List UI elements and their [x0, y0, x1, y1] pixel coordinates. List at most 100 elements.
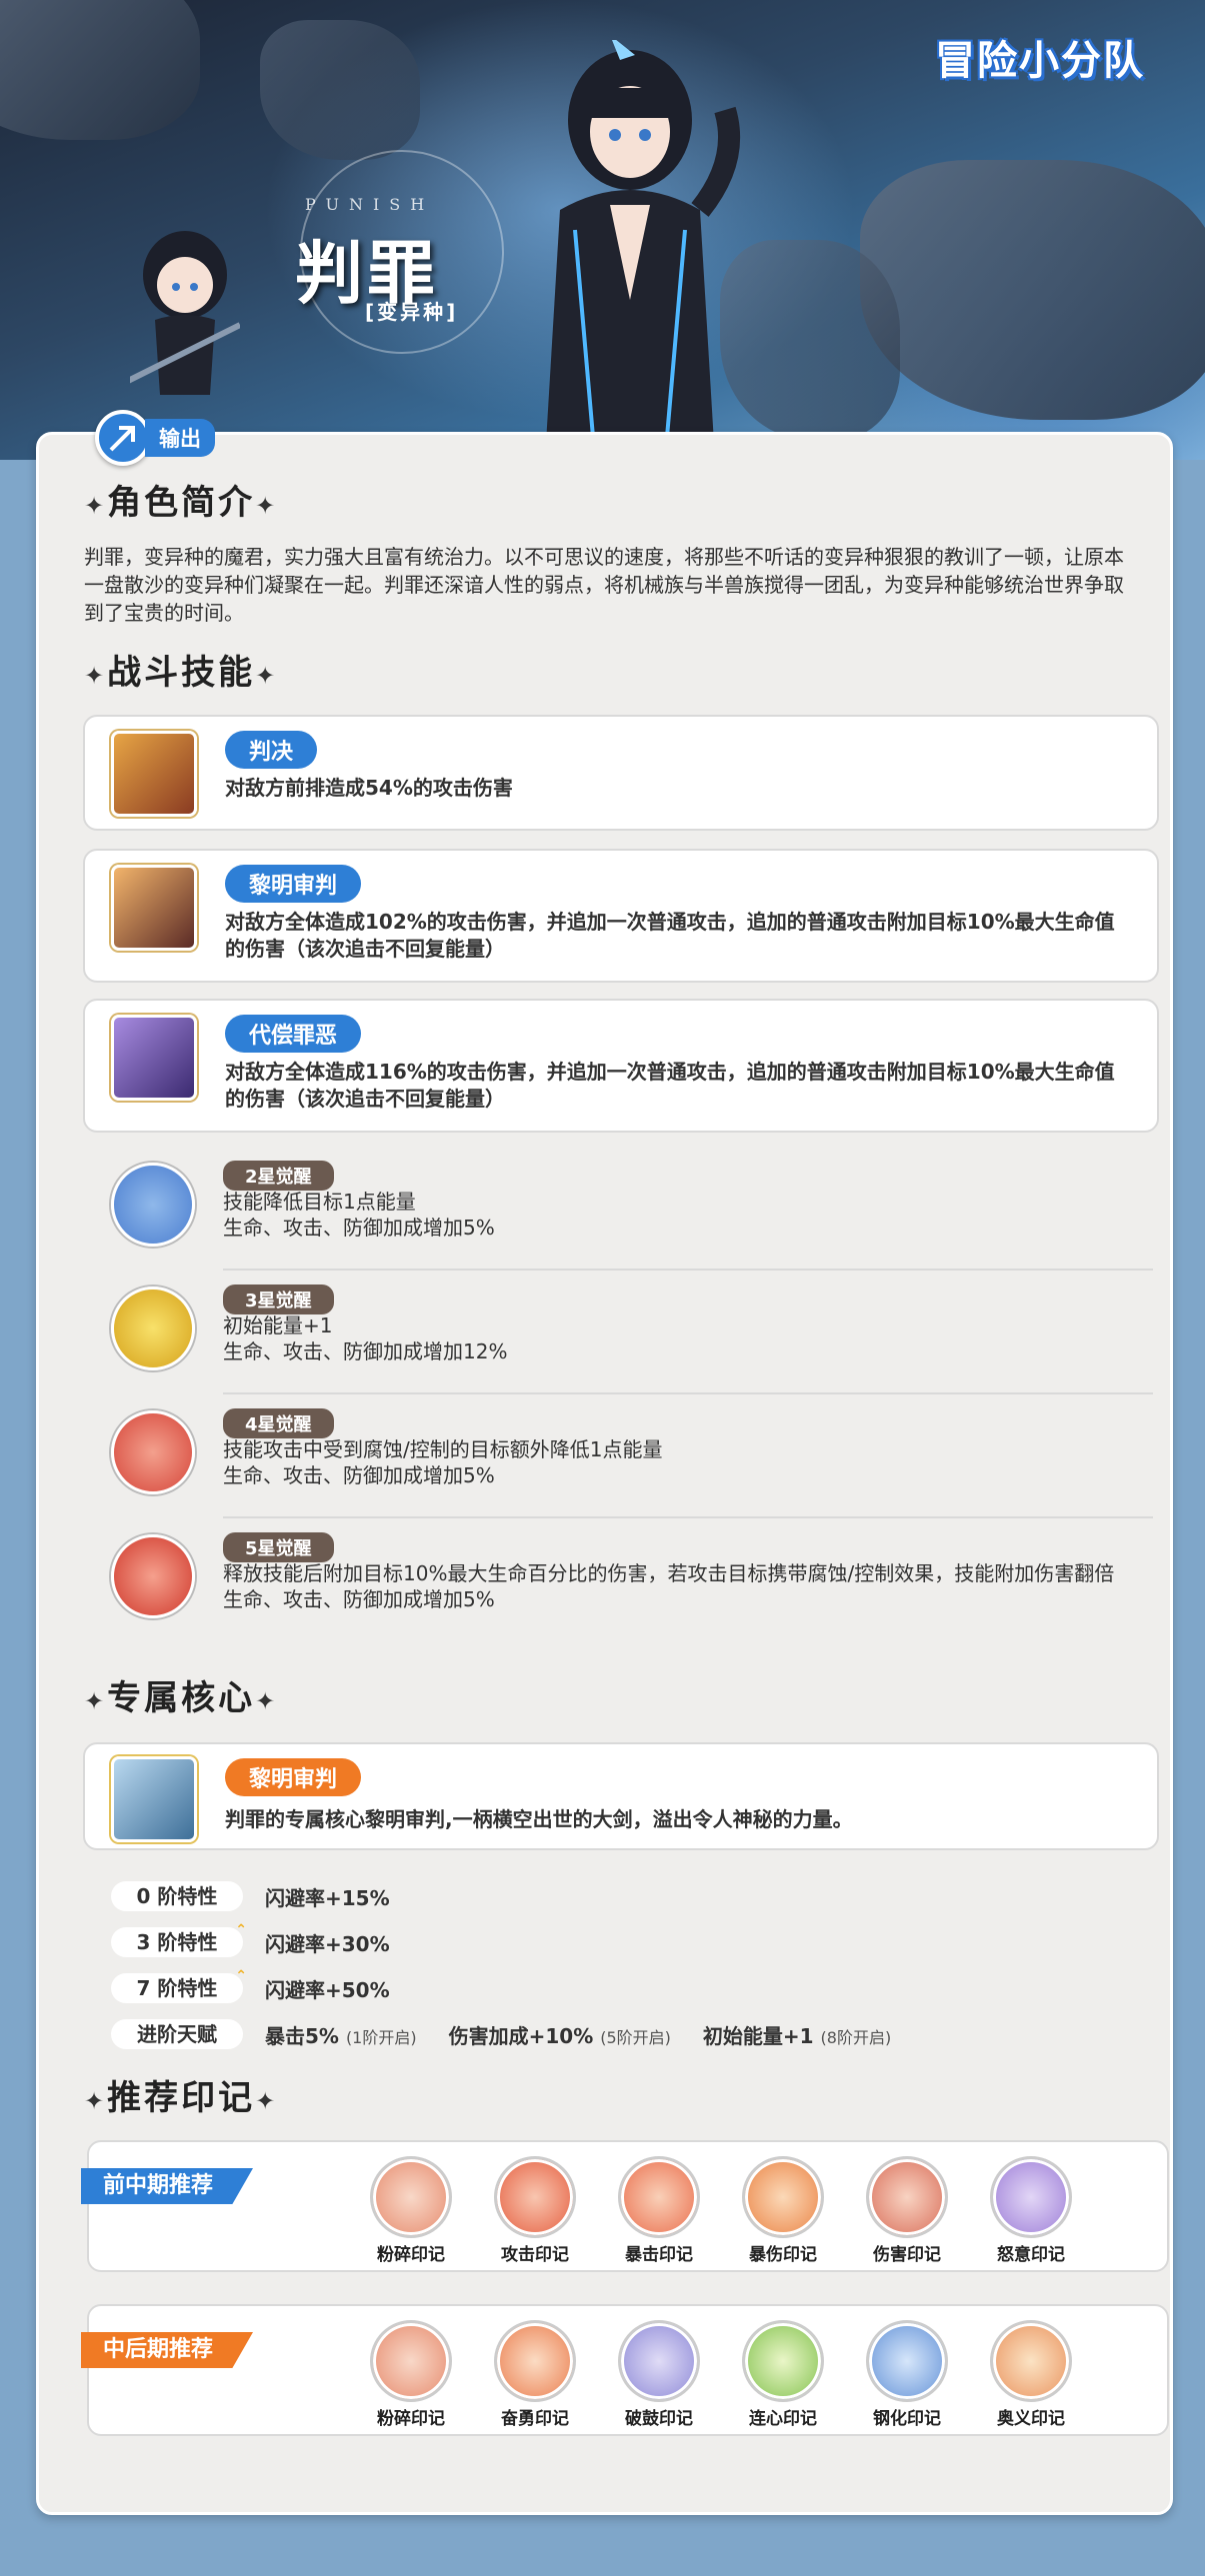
mark-item[interactable]: 暴伤印记 [721, 2156, 845, 2265]
drum-break-mark-icon [618, 2320, 700, 2402]
sparkle-icon: ✦ [255, 1687, 279, 1715]
mark-recommend-group: 中后期推荐 粉碎印记 奋勇印记 破鼓印记 连心印记 钢化印记 奥义印记 [81, 2304, 1169, 2436]
trait-label: 3 阶特性 ⌃ [111, 1922, 247, 1957]
sparkle-icon: ✦ [255, 492, 279, 520]
trait-row: 0 阶特性 闪避率+15% [111, 1880, 390, 1912]
skill-card[interactable]: 代偿罪恶 对敌方全体造成116%的攻击伤害，并追加一次普通攻击，追加的普通攻击附… [83, 999, 1159, 1133]
skill-name: 判决 [225, 731, 318, 769]
hero-banner: 冒险小分队 PUNISH 判罪 [变异种] [0, 0, 1205, 460]
crush-mark-icon [370, 2320, 452, 2402]
hero-english-name: PUNISH [305, 195, 435, 214]
core-name: 黎明审判 [225, 1758, 362, 1796]
mystic-mark-icon [990, 2320, 1072, 2402]
awakening-row: 2星觉醒 技能降低目标1点能量 生命、攻击、防御加成增加5% [83, 1147, 1159, 1271]
mark-item[interactable]: 怒意印记 [969, 2156, 1093, 2265]
game-logo: 冒险小分队 [935, 38, 1145, 84]
awakening-row: 4星觉醒 技能攻击中受到腐蚀/控制的目标额外降低1点能量 生命、攻击、防御加成增加… [83, 1394, 1159, 1518]
skill-judgment-icon [111, 731, 197, 817]
mark-item[interactable]: 奥义印记 [969, 2320, 1093, 2429]
trait-value: 闪避率+15% [265, 1885, 390, 1910]
awakening-description: 释放技能后附加目标10%最大生命百分比的伤害，若攻击目标携带腐蚀/控制效果，技能… [223, 1561, 1115, 1611]
mark-list: 粉碎印记 奋勇印记 破鼓印记 连心印记 钢化印记 奥义印记 [349, 2320, 1093, 2429]
trait-label: 0 阶特性 [111, 1881, 243, 1911]
mark-item[interactable]: 钢化印记 [845, 2320, 969, 2429]
section-title-marks: ✦推荐印记✦ [84, 2078, 279, 2118]
mark-item[interactable]: 奋勇印记 [473, 2320, 597, 2429]
crit-mark-icon [618, 2156, 700, 2238]
damage-role-icon [95, 410, 151, 466]
mark-item[interactable]: 粉碎印记 [349, 2156, 473, 2265]
crit-damage-mark-icon [742, 2156, 824, 2238]
mark-item[interactable]: 攻击印记 [473, 2156, 597, 2265]
awakening-badge: 4星觉醒 [223, 1408, 334, 1438]
awakening-badge: 2星觉醒 [223, 1161, 334, 1191]
recommend-tag: 中后期推荐 [81, 2332, 254, 2368]
mark-item[interactable]: 粉碎印记 [349, 2320, 473, 2429]
damage-mark-icon [866, 2156, 948, 2238]
role-label: 输出 [145, 419, 215, 457]
awakening-description: 技能攻击中受到腐蚀/控制的目标额外降低1点能量 生命、攻击、防御加成增加5% [223, 1437, 663, 1487]
role-tag: 输出 [95, 410, 215, 466]
section-title-intro: ✦角色简介✦ [84, 483, 279, 523]
section-title-core: ✦专属核心✦ [84, 1678, 279, 1718]
sparkle-icon: ✦ [255, 2087, 279, 2115]
mark-recommend-group: 前中期推荐 粉碎印记 攻击印记 暴击印记 暴伤印记 伤害印记 怒意印记 [81, 2140, 1169, 2272]
rock-decoration [860, 160, 1205, 420]
sparkle-icon: ✦ [255, 662, 279, 690]
skill-description: 对敌方前排造成54%的攻击伤害 [225, 776, 513, 800]
awakening-row: 5星觉醒 释放技能后附加目标10%最大生命百分比的伤害，若攻击目标携带腐蚀/控制… [83, 1518, 1159, 1658]
linked-heart-mark-icon [742, 2320, 824, 2402]
skill-name: 黎明审判 [225, 865, 362, 903]
heart-burst-icon [111, 1534, 195, 1618]
talent-item: 初始能量+1 (8阶开启) [702, 2023, 892, 2048]
trait-label: 7 阶特性 ⌃ [111, 1968, 247, 2003]
lightning-icon [111, 1163, 195, 1247]
skill-description: 对敌方全体造成102%的攻击伤害，并追加一次普通攻击，追加的普通攻击附加目标10… [225, 910, 1115, 961]
awakening-description: 初始能量+1 生命、攻击、防御加成增加12% [223, 1313, 508, 1363]
mark-item[interactable]: 伤害印记 [845, 2156, 969, 2265]
attack-mark-icon [494, 2156, 576, 2238]
skill-name: 代偿罪恶 [225, 1015, 362, 1053]
greatsword-icon [111, 1756, 197, 1842]
character-bio: 判罪，变异种的魔君，实力强大且富有统治力。以不可思议的速度，将那些不听话的变异种… [84, 545, 1124, 625]
recommend-tag: 前中期推荐 [81, 2168, 254, 2204]
awakening-badge: 3星觉醒 [223, 1285, 334, 1314]
mark-item[interactable]: 暴击印记 [597, 2156, 721, 2265]
awakening-badge: 5星觉醒 [223, 1532, 334, 1562]
hero-character-art [545, 40, 741, 460]
upgrade-arrow-icon: ⌃ [235, 1922, 247, 1938]
skill-description: 对敌方全体造成116%的攻击伤害，并追加一次普通攻击，追加的普通攻击附加目标10… [225, 1060, 1115, 1111]
rock-decoration [260, 20, 420, 160]
hero-faction: [变异种] [365, 300, 459, 324]
mark-item[interactable]: 连心印记 [721, 2320, 845, 2429]
skill-card[interactable]: 黎明审判 对敌方全体造成102%的攻击伤害，并追加一次普通攻击，追加的普通攻击附… [83, 849, 1159, 983]
skill-card[interactable]: 判决 对敌方前排造成54%的攻击伤害 [83, 715, 1159, 831]
sparkle-icon: ✦ [84, 492, 108, 520]
chibi-character-art [130, 231, 240, 395]
energy-icon [111, 1287, 195, 1370]
awakening-row: 3星觉醒 初始能量+1 生命、攻击、防御加成增加12% [83, 1271, 1159, 1394]
awakening-description: 技能降低目标1点能量 生命、攻击、防御加成增加5% [223, 1190, 495, 1240]
valor-mark-icon [494, 2320, 576, 2402]
crush-mark-icon [370, 2156, 452, 2238]
trait-value: 闪避率+30% [265, 1931, 390, 1956]
talent-item: 暴击5% (1阶开启) [265, 2023, 417, 2048]
sparkle-icon: ✦ [84, 662, 108, 690]
info-card: ✦角色简介✦ 判罪，变异种的魔君，实力强大且富有统治力。以不可思议的速度，将那些… [36, 432, 1173, 2515]
upgrade-arrow-icon: ⌃ [235, 1968, 247, 1984]
trait-row: 3 阶特性 ⌃ 闪避率+30% [111, 1922, 390, 1958]
core-card[interactable]: 黎明审判 判罪的专属核心黎明审判,一柄横空出世的大剑，溢出令人神秘的力量。 [83, 1742, 1159, 1850]
rage-mark-icon [990, 2156, 1072, 2238]
mark-item[interactable]: 破鼓印记 [597, 2320, 721, 2429]
sparkle-icon: ✦ [84, 1687, 108, 1715]
trait-value: 闪避率+50% [265, 1977, 390, 2002]
talent-item: 伤害加成+10% (5阶开启) [448, 2023, 671, 2048]
steel-mark-icon [866, 2320, 948, 2402]
trait-row: 7 阶特性 ⌃ 闪避率+50% [111, 1968, 390, 2004]
section-title-skills: ✦战斗技能✦ [84, 653, 279, 693]
rock-decoration [0, 0, 200, 140]
skill-atone-sin-icon [111, 1015, 197, 1101]
skill-dawn-judgment-icon [111, 865, 197, 951]
core-description: 判罪的专属核心黎明审判,一柄横空出世的大剑，溢出令人神秘的力量。 [225, 1807, 853, 1831]
talent-row: 进阶天赋 暴击5% (1阶开启) 伤害加成+10% (5阶开启) 初始能量+1 … [111, 2018, 891, 2050]
